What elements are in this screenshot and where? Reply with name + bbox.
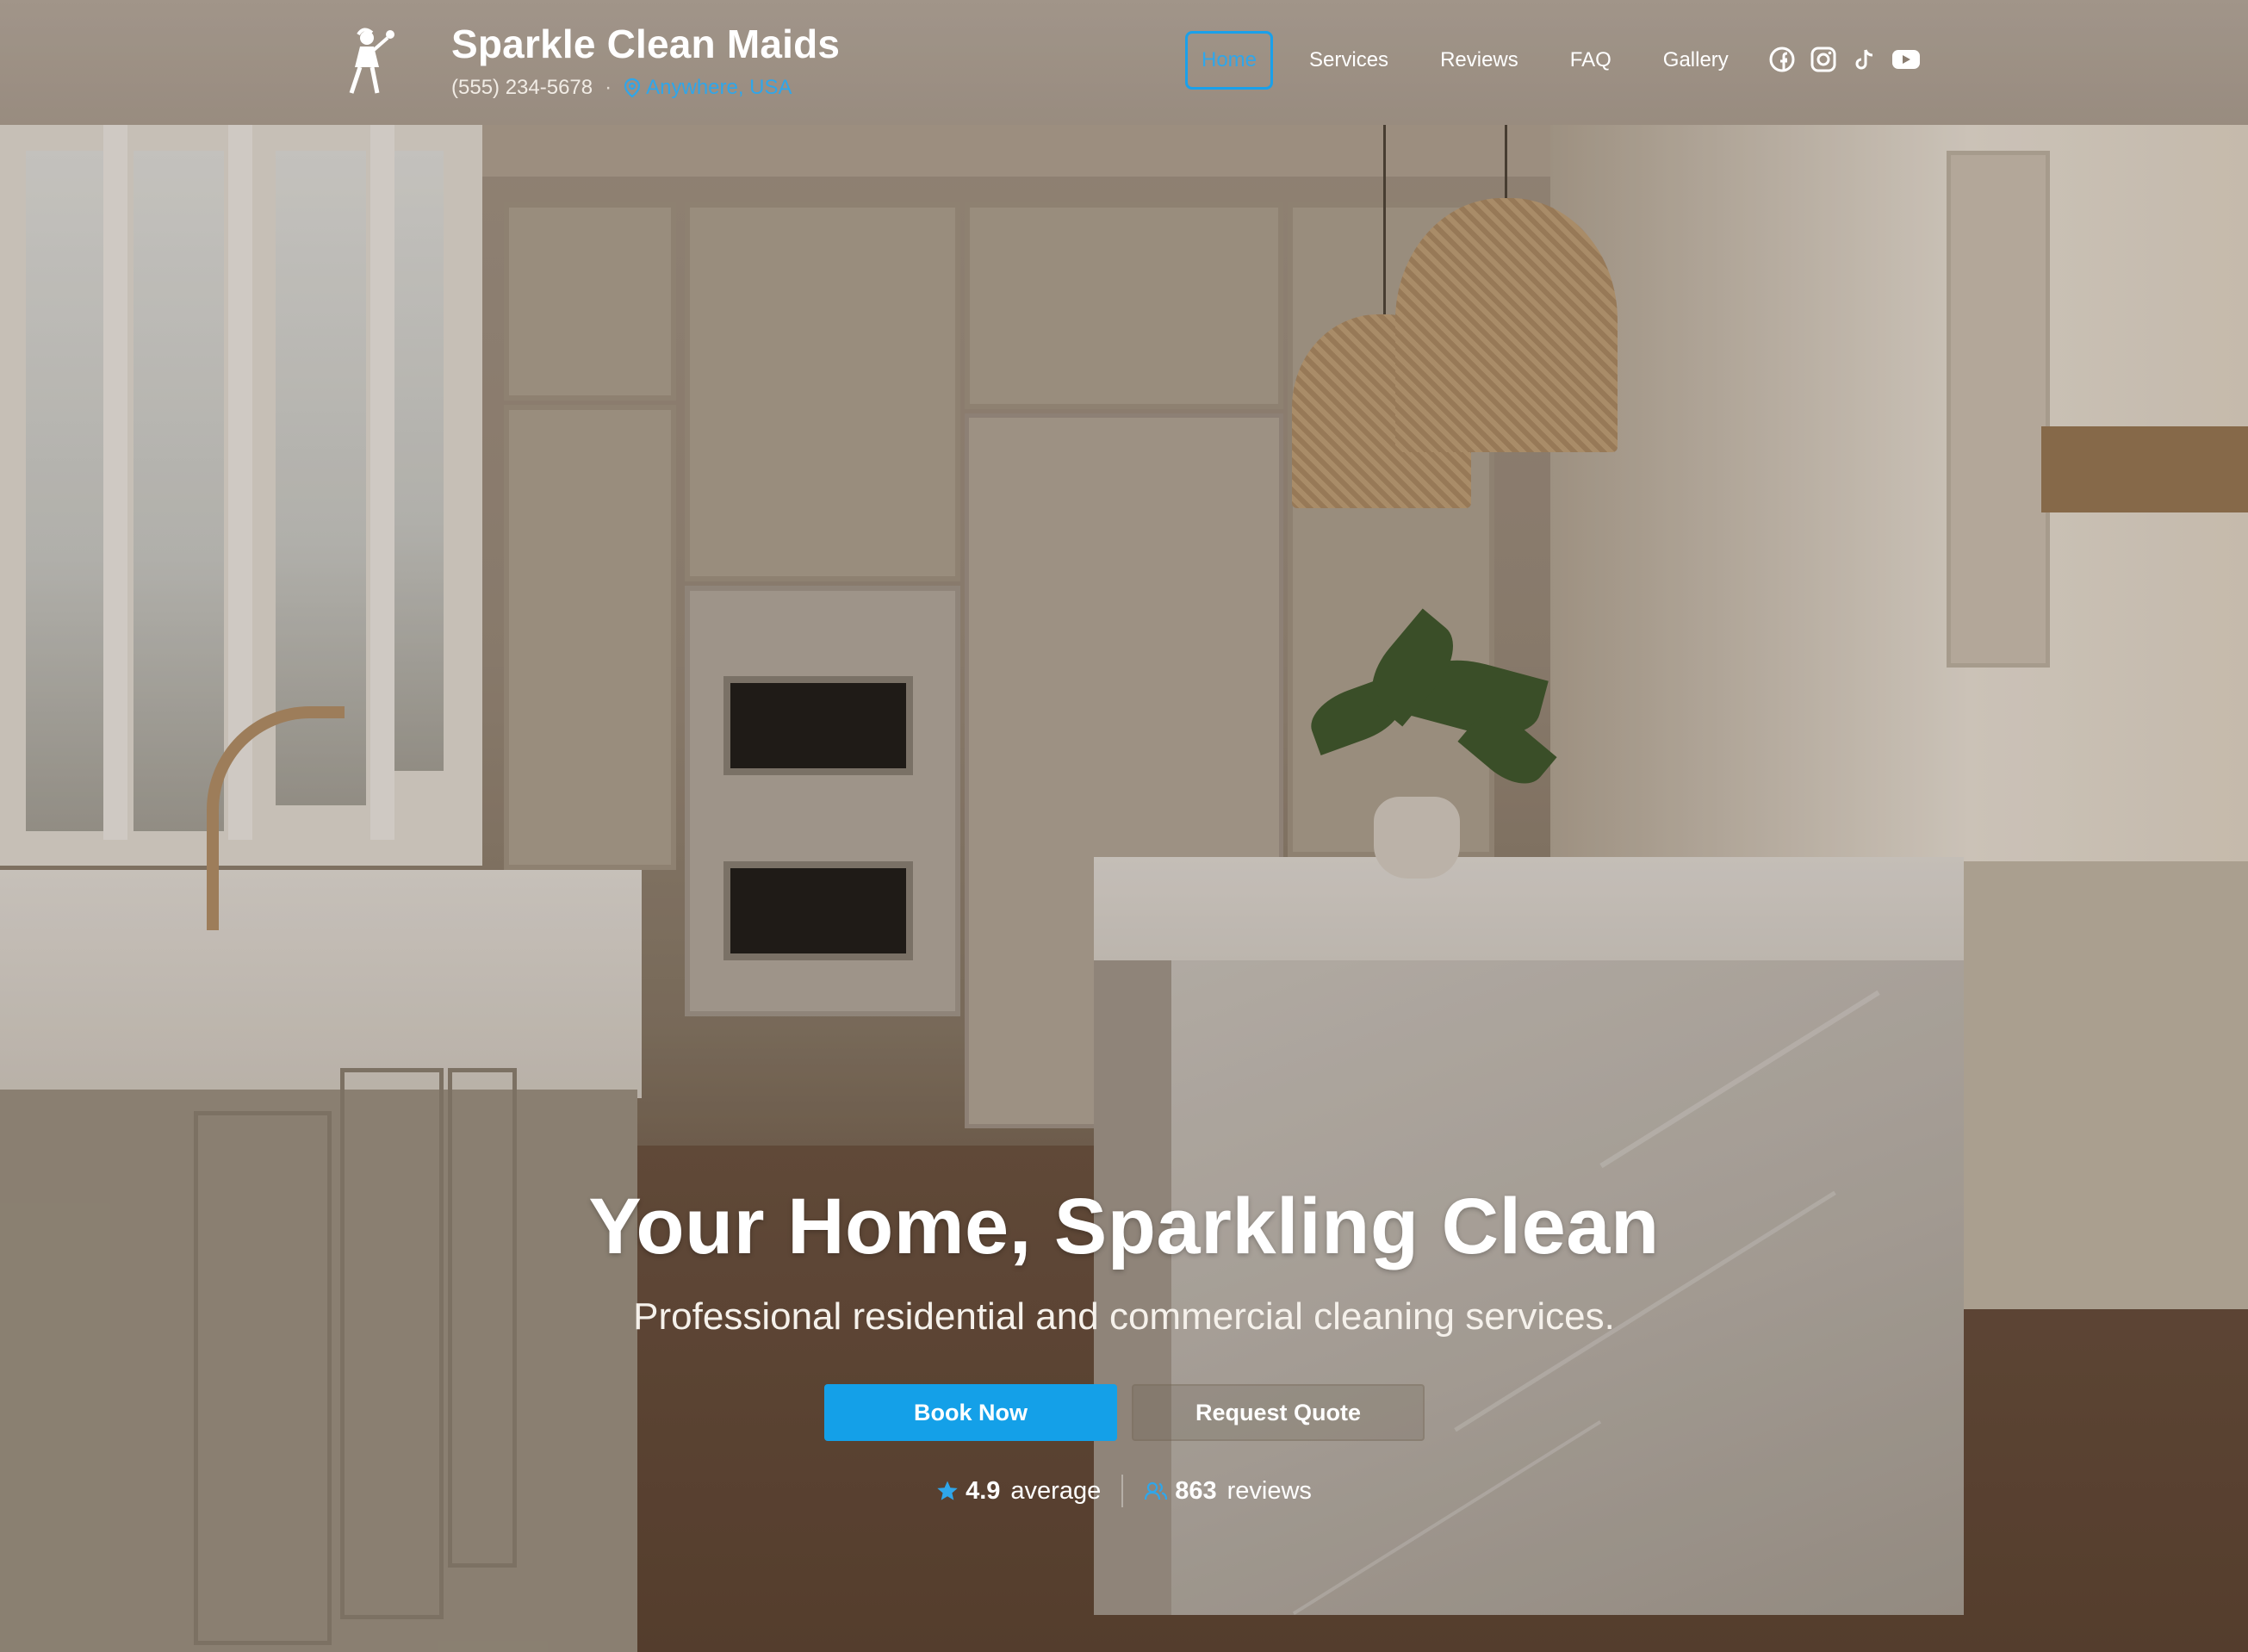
rating-summary: 4.9 average 863 reviews xyxy=(0,1475,2248,1507)
location-link[interactable]: Anywhere, USA xyxy=(624,76,792,100)
request-quote-button[interactable]: Request Quote xyxy=(1132,1384,1425,1441)
hero-background-image xyxy=(0,0,2248,1652)
site-header: Sparkle Clean Maids (555) 234-5678 · Any… xyxy=(0,0,2248,125)
reviews-stat: 863 reviews xyxy=(1144,1477,1312,1506)
nav-reviews[interactable]: Reviews xyxy=(1426,31,1532,90)
users-icon xyxy=(1145,1481,1168,1500)
map-pin-icon xyxy=(624,78,641,98)
nav-services[interactable]: Services xyxy=(1295,31,1402,90)
facebook-icon[interactable] xyxy=(1767,45,1797,74)
contact-info: (555) 234-5678 · Anywhere, USA xyxy=(451,76,792,100)
rating-value: 4.9 xyxy=(966,1476,1001,1505)
star-icon xyxy=(937,1481,958,1500)
book-now-button[interactable]: Book Now xyxy=(824,1384,1117,1441)
reviews-label: reviews xyxy=(1226,1476,1312,1505)
rating-label: average xyxy=(1010,1476,1102,1505)
site-title[interactable]: Sparkle Clean Maids xyxy=(451,21,840,67)
hero-title: Your Home, Sparkling Clean xyxy=(588,1183,1660,1270)
phone-number[interactable]: (555) 234-5678 xyxy=(451,76,593,100)
reviews-count: 863 xyxy=(1175,1476,1217,1505)
nav-home[interactable]: Home xyxy=(1185,31,1274,90)
maid-logo-icon[interactable] xyxy=(343,26,398,98)
stats-divider xyxy=(1121,1475,1124,1507)
rating-stat: 4.9 average xyxy=(936,1477,1101,1506)
main-nav: Home Services Reviews FAQ Gallery xyxy=(1185,31,1767,90)
tiktok-icon[interactable] xyxy=(1850,45,1879,74)
location-label: Anywhere, USA xyxy=(646,76,792,99)
youtube-icon[interactable] xyxy=(1891,45,1921,74)
social-links xyxy=(1767,45,1933,74)
instagram-icon[interactable] xyxy=(1809,45,1838,74)
nav-gallery[interactable]: Gallery xyxy=(1649,31,1742,90)
nav-faq[interactable]: FAQ xyxy=(1556,31,1625,90)
meta-separator: · xyxy=(605,76,612,99)
hero-subtitle: Professional residential and commercial … xyxy=(633,1295,1615,1338)
